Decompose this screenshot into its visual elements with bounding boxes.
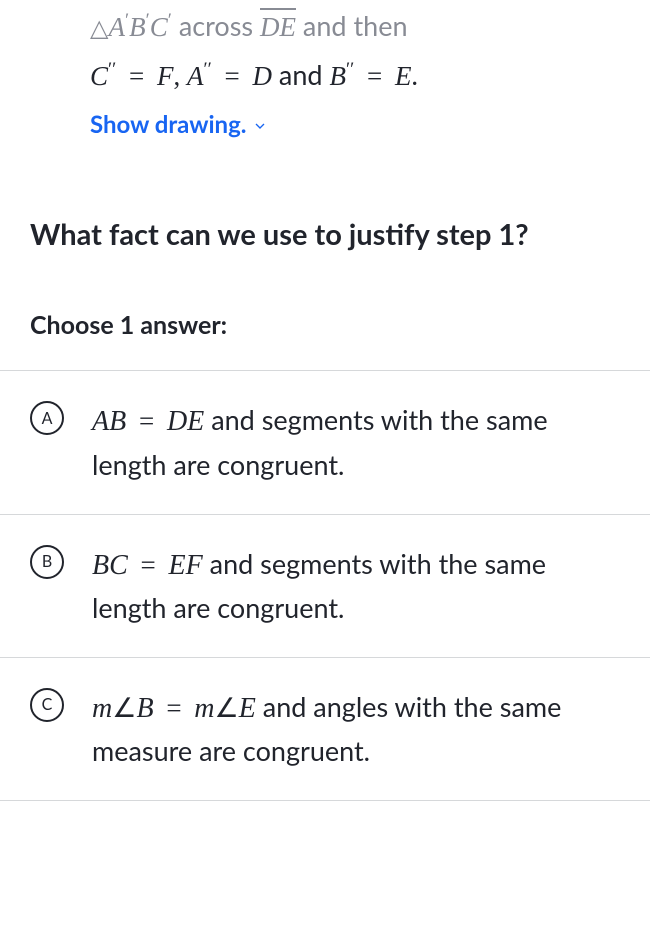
choice-a[interactable]: A AB = DE and segments with the same len… — [0, 370, 650, 513]
math-f: F — [157, 61, 174, 91]
math-a-dprime: A′′ — [187, 61, 212, 91]
choice-marker-b: B — [30, 545, 64, 579]
math-de: DE — [167, 406, 204, 437]
math-bc: BC — [92, 550, 128, 581]
show-drawing-label: Show drawing. — [90, 106, 246, 144]
choice-marker-c: C — [30, 688, 64, 722]
choice-c[interactable]: C m∠B = m∠E and angles with the same mea… — [0, 657, 650, 801]
choice-c-content: m∠B = m∠E and angles with the same measu… — [92, 686, 620, 772]
equals-1: = — [116, 61, 157, 91]
math-de-overline: DE — [260, 12, 296, 42]
choice-b-content: BC = EF and segments with the same lengt… — [92, 543, 620, 629]
chevron-down-icon — [252, 118, 268, 134]
math-c-dprime: C′′ — [90, 61, 116, 91]
proof-step-text: △A′B′C′ across DE and then C′′ = F, A′′ … — [0, 4, 650, 145]
comma: , — [174, 61, 188, 91]
equals-a: = — [126, 406, 167, 436]
angle-2: ∠ — [215, 693, 239, 723]
show-drawing-button[interactable]: Show drawing. — [90, 106, 268, 144]
math-b-dprime: B′′ — [329, 61, 354, 91]
angle-1: ∠ — [112, 693, 136, 723]
choice-b[interactable]: B BC = EF and segments with the same len… — [0, 514, 650, 657]
proof-line-2: C′′ = F, A′′ = D and B′′ = E. — [90, 53, 620, 98]
text-across: across — [172, 9, 260, 42]
equals-b: = — [128, 550, 169, 580]
triangle-symbol: △ — [90, 10, 108, 48]
math-ab: AB — [92, 406, 126, 437]
math-m1: m — [92, 693, 112, 724]
answer-choices: A AB = DE and segments with the same len… — [0, 370, 650, 801]
proof-line-1: △A′B′C′ across DE and then — [90, 4, 620, 49]
question-text: What fact can we use to justify step 1? — [0, 215, 650, 256]
math-angle-b: B — [136, 693, 153, 724]
math-ef: EF — [169, 550, 203, 581]
math-e: E — [395, 61, 412, 91]
text-and-then: and then — [296, 9, 408, 42]
equals-3: = — [354, 61, 395, 91]
math-m2: m — [194, 693, 214, 724]
choice-marker-a: A — [30, 401, 64, 435]
math-abc-prime: A′B′C′ — [108, 12, 171, 42]
choose-prompt: Choose 1 answer: — [0, 310, 650, 340]
text-and: and — [272, 58, 329, 91]
equals-c: = — [154, 693, 195, 723]
math-angle-e: E — [239, 693, 256, 724]
choice-a-content: AB = DE and segments with the same lengt… — [92, 399, 620, 485]
equals-2: = — [212, 61, 253, 91]
math-d: D — [253, 61, 273, 91]
period: . — [411, 58, 417, 91]
